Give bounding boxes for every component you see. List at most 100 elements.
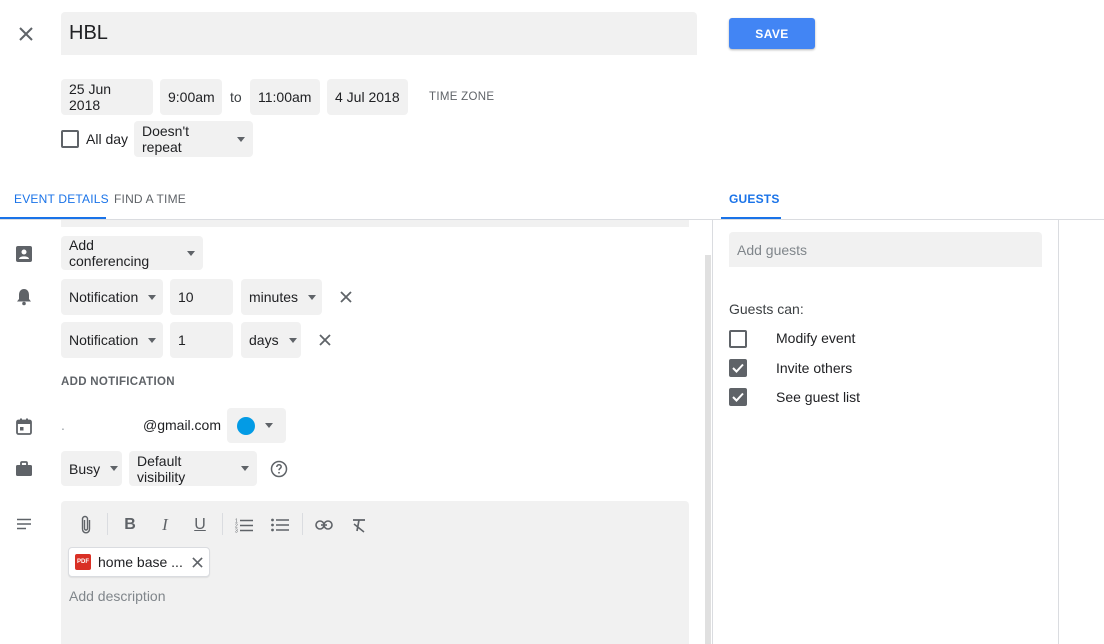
- end-time: 11:00am: [258, 89, 312, 105]
- close-icon: [319, 334, 331, 346]
- notification-value: 10: [178, 289, 194, 305]
- notification-unit: minutes: [249, 289, 299, 305]
- close-button[interactable]: [12, 20, 40, 48]
- visibility-value: Default visibility: [137, 452, 186, 485]
- bulleted-list-button[interactable]: [270, 514, 290, 536]
- all-day-checkbox[interactable]: [61, 130, 79, 148]
- title-field[interactable]: HBL: [61, 12, 697, 55]
- notification-value: 1: [178, 332, 186, 348]
- right-panel-divider: [1058, 220, 1059, 644]
- notification-unit-dropdown[interactable]: days: [241, 322, 301, 358]
- italic-button[interactable]: I: [155, 514, 175, 536]
- save-label: SAVE: [755, 26, 789, 41]
- bulleted-list-icon: [271, 518, 289, 532]
- modify-event-checkbox[interactable]: [729, 330, 747, 348]
- link-icon: [315, 520, 333, 530]
- conferencing-label: Add conferencing: [69, 237, 150, 269]
- calendar-owner-email: @gmail.com: [143, 417, 222, 433]
- color-swatch: [237, 416, 255, 435]
- save-button[interactable]: SAVE: [729, 18, 815, 49]
- scrollbar[interactable]: [705, 255, 711, 644]
- paperclip-icon: [81, 515, 91, 534]
- chevron-down-icon: [148, 294, 157, 300]
- notification-value-input[interactable]: 10: [170, 279, 233, 315]
- svg-text:3: 3: [235, 528, 238, 533]
- help-button[interactable]: [269, 459, 289, 479]
- pdf-icon: PDF: [75, 554, 91, 570]
- chevron-down-icon: [187, 250, 195, 256]
- underline-icon: U: [194, 516, 206, 533]
- availability-value: Busy: [69, 460, 101, 477]
- see-guest-list-label: See guest list: [776, 389, 861, 405]
- clear-formatting-button[interactable]: [349, 514, 369, 536]
- conferencing-icon: [14, 244, 34, 264]
- bell-icon: [14, 287, 34, 307]
- italic-icon: I: [162, 515, 168, 534]
- start-date-field[interactable]: 25 Jun 2018: [61, 79, 153, 115]
- conferencing-dropdown[interactable]: Add conferencing: [61, 236, 203, 270]
- visibility-dropdown[interactable]: Default visibility: [129, 451, 257, 486]
- chevron-down-icon: [288, 337, 297, 343]
- toolbar-separator: [107, 513, 108, 535]
- attachment-chip[interactable]: PDF home base ...: [68, 547, 210, 577]
- end-time-field[interactable]: 11:00am: [250, 79, 320, 115]
- add-guests-placeholder: Add guests: [737, 241, 808, 258]
- add-guests-input[interactable]: Add guests: [729, 232, 1042, 267]
- notification-type-dropdown[interactable]: Notification: [61, 322, 163, 358]
- notification-value-input[interactable]: 1: [170, 322, 233, 358]
- availability-dropdown[interactable]: Busy: [61, 451, 122, 486]
- remove-attachment-button[interactable]: [192, 556, 203, 568]
- numbered-list-button[interactable]: 123: [234, 514, 254, 536]
- all-day-label: All day: [86, 131, 129, 147]
- toolbar-separator: [302, 513, 303, 535]
- chevron-down-icon: [237, 136, 245, 142]
- attach-button[interactable]: [76, 514, 96, 536]
- toolbar-separator: [222, 513, 223, 535]
- description-placeholder: Add description: [69, 588, 166, 604]
- remove-notification-button[interactable]: [336, 287, 356, 307]
- add-notification-button[interactable]: ADD NOTIFICATION: [61, 376, 175, 388]
- briefcase-icon: [14, 459, 34, 479]
- start-date: 25 Jun 2018: [69, 81, 112, 113]
- tab-event-details[interactable]: EVENT DETAILS: [14, 192, 109, 206]
- to-label: to: [230, 89, 242, 105]
- notification-unit-dropdown[interactable]: minutes: [241, 279, 322, 315]
- end-date: 4 Jul 2018: [335, 89, 400, 105]
- scrolled-field-edge: [61, 220, 689, 227]
- invite-others-checkbox[interactable]: [729, 359, 747, 377]
- chevron-down-icon: [308, 294, 317, 300]
- calendar-owner-prefix: .: [61, 417, 65, 433]
- timezone-button[interactable]: TIME ZONE: [429, 91, 494, 103]
- close-icon: [19, 27, 33, 41]
- invite-others-label: Invite others: [776, 360, 853, 376]
- link-button[interactable]: [314, 514, 334, 536]
- start-time: 9:00am: [168, 89, 215, 105]
- notification-unit: days: [249, 332, 279, 348]
- repeat-value: Doesn't repeat: [142, 123, 190, 155]
- notification-type-dropdown[interactable]: Notification: [61, 279, 163, 315]
- chevron-down-icon: [265, 423, 273, 428]
- notification-type: Notification: [69, 332, 139, 348]
- calendar-color-dropdown[interactable]: [227, 408, 286, 443]
- title-value: HBL: [69, 22, 108, 44]
- notification-type: Notification: [69, 289, 139, 305]
- chevron-down-icon: [110, 466, 119, 471]
- modify-event-label: Modify event: [776, 330, 856, 346]
- remove-notification-button[interactable]: [315, 330, 335, 350]
- help-icon: [270, 460, 288, 478]
- tab-guests[interactable]: GUESTS: [729, 192, 780, 206]
- bold-button[interactable]: B: [120, 514, 140, 536]
- clear-formatting-icon: [353, 518, 365, 533]
- repeat-dropdown[interactable]: Doesn't repeat: [134, 121, 253, 157]
- calendar-icon: [14, 416, 34, 436]
- bold-icon: B: [124, 516, 136, 533]
- underline-button[interactable]: U: [190, 514, 210, 536]
- chevron-down-icon: [148, 337, 157, 343]
- attachment-name: home base ...: [98, 554, 183, 570]
- start-time-field[interactable]: 9:00am: [160, 79, 222, 115]
- chevron-down-icon: [241, 466, 249, 471]
- end-date-field[interactable]: 4 Jul 2018: [327, 79, 408, 115]
- tab-find-a-time[interactable]: FIND A TIME: [114, 192, 186, 206]
- see-guest-list-checkbox[interactable]: [729, 388, 747, 406]
- numbered-list-icon: 123: [235, 518, 253, 533]
